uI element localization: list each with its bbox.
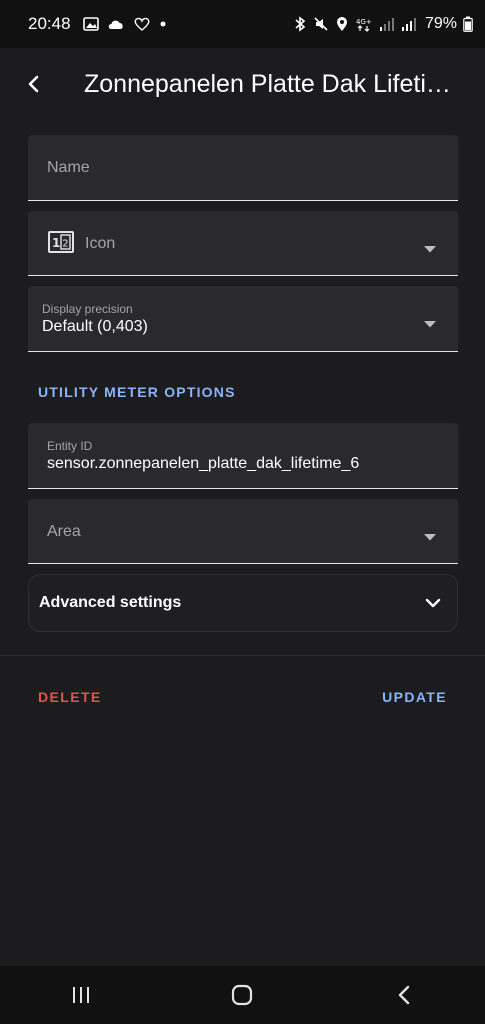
signal-icon: [379, 16, 395, 32]
icon-picker[interactable]: 12 Icon: [28, 211, 458, 276]
location-icon: [335, 16, 349, 32]
heart-icon: [133, 16, 151, 32]
display-precision-label: Display precision: [42, 302, 133, 316]
area-placeholder: Area: [47, 523, 81, 540]
status-bar: 20:48 4G+ 79%: [0, 0, 485, 48]
counter-icon: 12: [48, 231, 74, 258]
name-field[interactable]: Name: [28, 135, 458, 201]
divider: [0, 655, 485, 656]
status-left: 20:48: [28, 14, 167, 34]
advanced-settings-label: Advanced settings: [39, 594, 182, 611]
4g-icon: 4G+: [355, 16, 373, 32]
dropdown-arrow-icon: [424, 315, 436, 333]
area-select[interactable]: Area: [28, 499, 458, 564]
svg-text:4G+: 4G+: [356, 18, 372, 26]
screen: 20:48 4G+ 79% Zonnepanelen Platte Dak Li…: [0, 0, 485, 1024]
svg-text:1: 1: [52, 236, 60, 250]
dot-icon: [159, 20, 167, 28]
entity-id-field[interactable]: Entity ID sensor.zonnepanelen_platte_dak…: [28, 423, 458, 489]
display-precision-select[interactable]: Display precision Default (0,403): [28, 286, 458, 352]
dropdown-arrow-icon: [424, 528, 436, 546]
app-bar: Zonnepanelen Platte Dak Lifetime_6: [0, 48, 485, 120]
home-button[interactable]: [212, 971, 272, 1019]
delete-button[interactable]: DELETE: [38, 689, 102, 705]
update-button[interactable]: UPDATE: [382, 689, 447, 705]
image-icon: [82, 16, 99, 32]
status-right: 4G+ 79%: [293, 15, 473, 33]
recents-icon: [72, 987, 89, 1003]
chevron-down-icon: [425, 595, 441, 613]
cloud-icon: [107, 17, 125, 31]
nav-bar: [0, 966, 485, 1024]
battery-icon: [463, 16, 473, 32]
advanced-settings-expander[interactable]: Advanced settings: [28, 574, 458, 632]
display-precision-value: Default (0,403): [42, 318, 148, 335]
entity-id-value: sensor.zonnepanelen_platte_dak_lifetime_…: [47, 455, 360, 472]
page-title: Zonnepanelen Platte Dak Lifetime_6: [84, 69, 464, 98]
signal-icon: [401, 16, 417, 32]
back-button[interactable]: [6, 56, 62, 112]
status-time: 20:48: [28, 14, 71, 33]
arrow-left-icon: [28, 75, 39, 93]
entity-id-label: Entity ID: [47, 439, 93, 453]
battery-percent: 79%: [424, 15, 457, 32]
back-nav-button[interactable]: [374, 971, 434, 1019]
svg-text:2: 2: [62, 239, 68, 250]
section-title-utility-meter: UTILITY METER OPTIONS: [38, 384, 236, 400]
back-nav-icon: [398, 985, 410, 1005]
icon-placeholder: Icon: [85, 235, 116, 252]
bluetooth-icon: [293, 16, 307, 32]
home-icon: [232, 984, 253, 1006]
recents-button[interactable]: [51, 971, 111, 1019]
dropdown-arrow-icon: [424, 240, 436, 258]
name-placeholder: Name: [47, 159, 90, 176]
mute-icon: [313, 16, 329, 32]
